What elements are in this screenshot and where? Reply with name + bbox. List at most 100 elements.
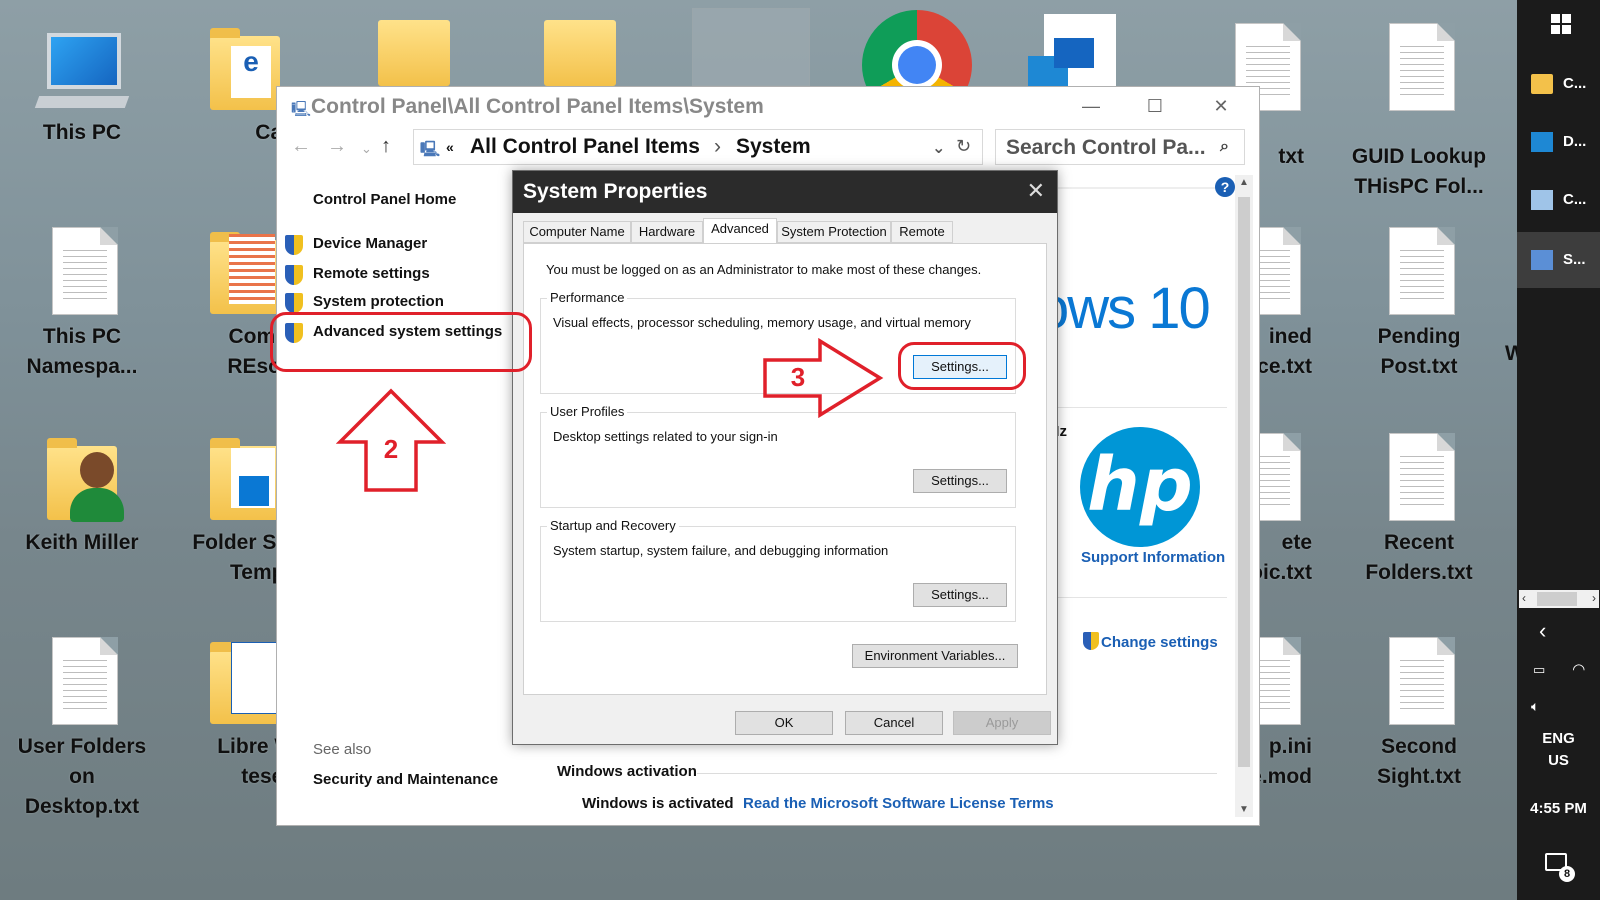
scrollbar-thumb[interactable]	[1537, 592, 1577, 606]
system-properties-icon	[1531, 250, 1553, 270]
scroll-down-arrow-icon[interactable]: ▼	[1239, 804, 1249, 815]
divider	[1037, 187, 1227, 189]
security-maintenance-link[interactable]: Security and Maintenance	[313, 771, 498, 788]
text-file-icon	[1379, 428, 1459, 528]
desktop-icon-this-pc[interactable]: This PC	[7, 18, 157, 148]
start-windows-icon[interactable]	[1551, 14, 1571, 34]
tab-remote[interactable]: Remote	[891, 221, 953, 243]
window-titlebar[interactable]: 🖳 Control Panel\All Control Panel Items\…	[277, 87, 1259, 127]
vertical-scrollbar[interactable]: ▲ ▼	[1235, 175, 1253, 817]
desktop-icon-guid-lookup[interactable]: GUID Lookup THisPC Fol...	[1344, 18, 1494, 202]
step-2-number: 2	[384, 434, 398, 464]
tab-system-protection[interactable]: System Protection	[777, 221, 891, 243]
uac-shield-icon	[1083, 632, 1099, 650]
apply-button[interactable]: Apply	[953, 711, 1051, 735]
windows-activation-heading: Windows activation	[557, 763, 697, 780]
taskbar-item-d[interactable]: D...	[1517, 114, 1600, 170]
tab-computer-name[interactable]: Computer Name	[523, 221, 631, 243]
tab-advanced[interactable]: Advanced	[703, 218, 777, 244]
environment-variables-button[interactable]: Environment Variables...	[852, 644, 1018, 668]
language-indicator[interactable]: ENG	[1517, 730, 1600, 747]
uac-shield-icon	[285, 235, 303, 255]
desktop-icon-user-folders[interactable]: User Folders on Desktop.txt	[7, 632, 157, 822]
desktop-icon-this-pc-namespace[interactable]: This PC Namespa...	[7, 222, 157, 382]
control-panel-home-link[interactable]: Control Panel Home	[313, 191, 456, 208]
user-profiles-settings-button[interactable]: Settings...	[913, 469, 1007, 493]
taskbar-item-control-panel[interactable]: C...	[1517, 172, 1600, 228]
highlight-advanced-settings	[270, 312, 532, 372]
icon-label: Post.txt	[1380, 355, 1458, 378]
desktop-icon-recent-folders[interactable]: Recent Folders.txt	[1344, 428, 1494, 588]
nbc-logo-icon[interactable]	[692, 8, 810, 86]
breadcrumb-system[interactable]: System	[736, 135, 811, 159]
chevron-left-icon[interactable]: ‹	[1517, 618, 1600, 644]
system-protection-link[interactable]: System protection	[285, 293, 444, 313]
clock[interactable]: 4:55 PM	[1517, 800, 1600, 817]
startup-recovery-settings-button[interactable]: Settings...	[913, 583, 1007, 607]
scroll-up-arrow-icon[interactable]: ▲	[1239, 177, 1249, 188]
tab-hardware[interactable]: Hardware	[631, 221, 703, 243]
minimize-button[interactable]: —	[1071, 91, 1111, 121]
license-terms-link[interactable]: Read the Microsoft Software License Term…	[743, 795, 1054, 812]
forward-arrow-icon[interactable]: →	[327, 135, 347, 158]
scroll-left-icon[interactable]: ‹	[1522, 591, 1526, 605]
computer-icon	[34, 18, 130, 118]
search-placeholder: Search Control Pa...	[1006, 136, 1206, 159]
highlight-performance-settings	[898, 342, 1026, 390]
up-arrow-icon[interactable]: ↑	[381, 135, 391, 158]
scroll-right-icon[interactable]: ›	[1592, 591, 1596, 605]
folder-icon[interactable]	[544, 20, 616, 86]
icon-label: Folders.txt	[1365, 561, 1473, 584]
refresh-icon[interactable]: ↻	[956, 136, 971, 157]
maximize-button[interactable]: ☐	[1135, 91, 1175, 121]
chevron-down-icon[interactable]: ⌄	[932, 138, 945, 158]
document-folder-icon	[205, 632, 285, 732]
address-bar[interactable]: 🖳 « All Control Panel Items › System ⌄ ↻	[413, 129, 983, 165]
remote-settings-link[interactable]: Remote settings	[285, 265, 430, 285]
icon-label: This PC	[42, 325, 122, 348]
volume-icon[interactable]: 🔈︎	[1517, 698, 1600, 715]
blocks-app-icon[interactable]	[1028, 14, 1116, 86]
window-title: Control Panel\All Control Panel Items\Sy…	[311, 95, 764, 118]
dialog-titlebar[interactable]: System Properties ✕	[513, 171, 1057, 213]
icon-label: Pending	[1377, 325, 1461, 348]
taskbar-item-system[interactable]: S...	[1517, 232, 1600, 288]
text-file-icon	[42, 222, 122, 322]
notification-count-badge: 8	[1559, 866, 1575, 882]
back-arrow-icon[interactable]: ←	[291, 135, 311, 158]
recent-locations-chevron-icon[interactable]: ⌄	[361, 141, 372, 157]
user-folder-icon	[42, 428, 124, 528]
breadcrumb-separator[interactable]: ›	[714, 135, 721, 159]
desktop-icon-keith-miller[interactable]: Keith Miller	[7, 428, 157, 558]
step-3-number: 3	[791, 362, 805, 392]
desktop-icon-second-sight[interactable]: Second Sight.txt	[1344, 632, 1494, 792]
search-icon[interactable]: ⌕	[1220, 138, 1229, 156]
cancel-button[interactable]: Cancel	[845, 711, 943, 735]
wifi-icon[interactable]: ◠	[1517, 660, 1600, 678]
device-manager-link[interactable]: Device Manager	[285, 235, 427, 255]
support-information-link[interactable]: Support Information	[1081, 549, 1225, 566]
scrollbar-thumb[interactable]	[1238, 197, 1250, 767]
step-2-up-arrow: 2	[336, 388, 446, 492]
divider	[697, 773, 1217, 774]
breadcrumb-all-items[interactable]: All Control Panel Items	[470, 135, 700, 159]
ok-button[interactable]: OK	[735, 711, 833, 735]
office-folder-icon[interactable]	[378, 20, 450, 86]
desktop-icon-pending-post[interactable]: Pending Post.txt	[1344, 222, 1494, 382]
taskbar-item-explorer[interactable]: C...	[1517, 56, 1600, 112]
pdf-folder-icon: e	[205, 18, 285, 118]
control-panel-icon	[1531, 190, 1553, 210]
icon-label: User Folders on	[17, 735, 147, 788]
dialog-title: System Properties	[523, 180, 708, 203]
divider	[1037, 407, 1227, 408]
taskbar-horizontal-scrollbar[interactable]: ‹ ›	[1519, 590, 1599, 608]
help-icon[interactable]: ?	[1215, 177, 1235, 197]
change-settings-link[interactable]: Change settings	[1083, 629, 1218, 651]
search-input[interactable]: Search Control Pa... ⌕	[995, 129, 1245, 165]
close-button[interactable]: ✕	[1201, 91, 1241, 121]
breadcrumb-overflow[interactable]: «	[446, 139, 454, 155]
icon-label: THisPC Fol...	[1354, 175, 1484, 198]
language-region[interactable]: US	[1517, 752, 1600, 769]
close-icon[interactable]: ✕	[1027, 178, 1045, 204]
navigation-bar: ← → ⌄ ↑ 🖳 « All Control Panel Items › Sy…	[277, 127, 1259, 167]
